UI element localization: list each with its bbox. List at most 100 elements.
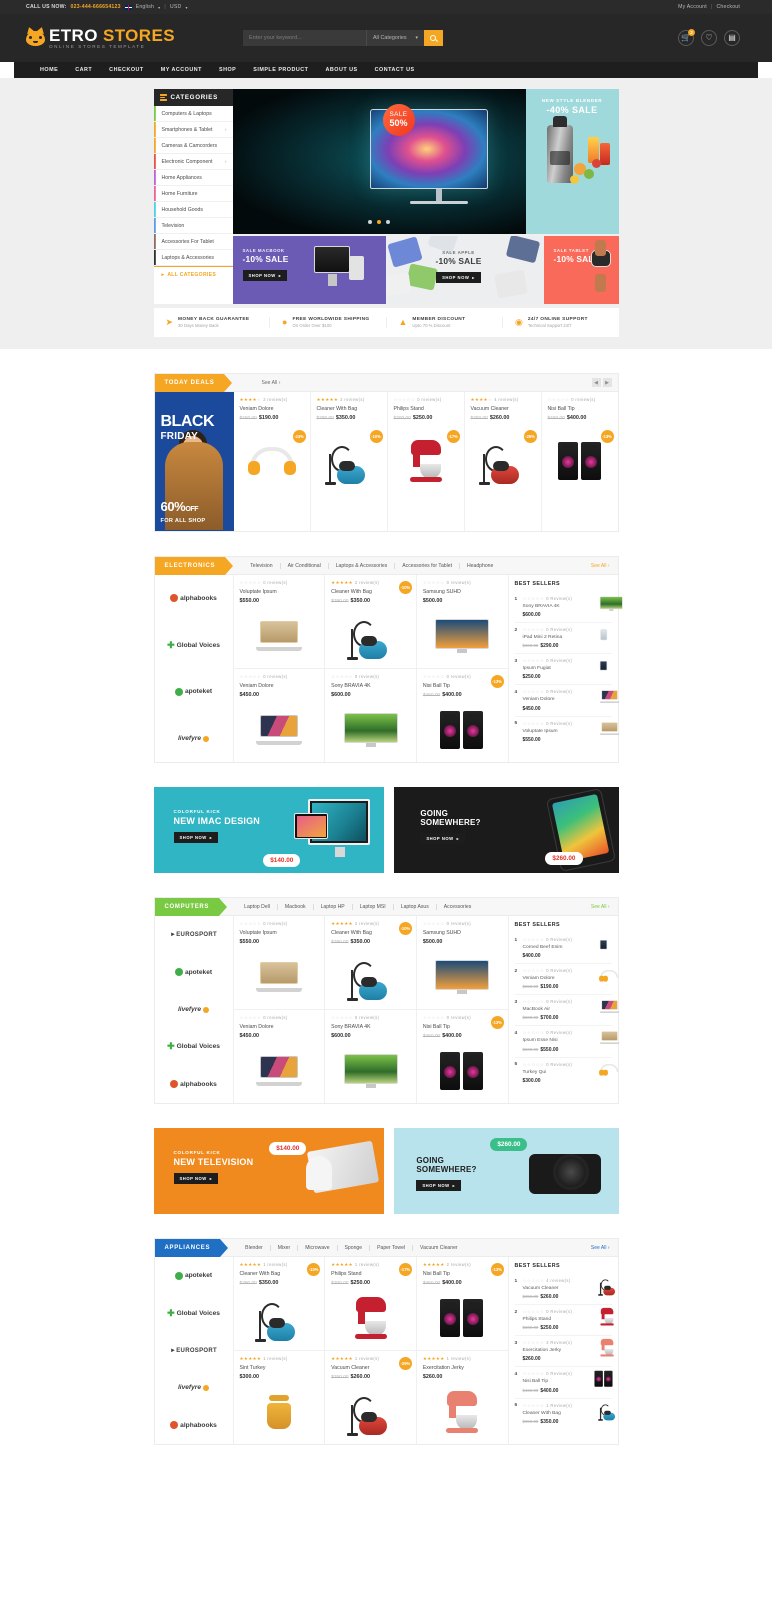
hero-side-banner[interactable]: NEW STYLE BLENDER -40% SALE (525, 89, 619, 234)
electronics-tab-1[interactable]: Air Conditional (281, 562, 329, 569)
computers-tab-3[interactable]: Laptop MSI (353, 903, 394, 910)
appliances-product-5[interactable]: ★★★★★ 1 review(s) Exercitation Jerky $260… (417, 1351, 508, 1444)
electronics-tab-2[interactable]: Laptops & Accessories (329, 562, 396, 569)
camera-shop-now-button[interactable]: SHOP NOW ▸ (416, 1180, 462, 1191)
nav-item-simple-product[interactable]: SIMPLE PRODUCT (253, 67, 308, 73)
electronics-product-2[interactable]: ☆☆☆☆☆ 0 review(s) Samsung SUHD $500.00 (417, 575, 508, 668)
appliances-best-row-3[interactable]: 4 ☆☆☆☆☆ 0 Review(s) Nisi Ball Tip $460.00… (514, 1367, 613, 1399)
computers-tab-1[interactable]: Macbook (278, 903, 314, 910)
nav-item-about-us[interactable]: ABOUT US (325, 67, 357, 73)
deal-card-4[interactable]: ☆☆☆☆☆ 0 review(s) Nisi Ball Tip $460.00 $4… (542, 392, 618, 531)
computers-brand-1[interactable]: apoteket (155, 953, 233, 990)
electronics-brand-2[interactable]: apoteket (155, 669, 233, 716)
promo-camera[interactable]: GOING SOMEWHERE? SHOP NOW ▸ $260.00 (394, 1128, 619, 1214)
slider-dot-3[interactable] (386, 220, 390, 224)
appliances-product-0[interactable]: ★★★★★ 1 review(s) Cleaner With Bag $390.0… (234, 1257, 326, 1350)
promo-television[interactable]: COLORFUL KICK NEW TELEVISION SHOP NOW ▸ $… (153, 1128, 385, 1214)
electronics-best-row-2[interactable]: 3 ☆☆☆☆☆ 0 Review(s) Ipsum Fugiat $250.00 (514, 654, 612, 686)
electronics-brand-3[interactable]: livefyre (155, 715, 233, 762)
compare-icon-button[interactable]: ▤ (724, 30, 740, 46)
appliances-product-1[interactable]: ★★★★★ 1 review(s) Philips Stand $300.00 $2… (325, 1257, 417, 1350)
appliances-tab-3[interactable]: Sponge (338, 1244, 371, 1251)
appliances-product-3[interactable]: ★★★★★ 1 review(s) Sint Turkey $300.00 (234, 1351, 326, 1444)
appliances-brand-4[interactable]: alphabooks (155, 1407, 233, 1444)
electronics-product-1[interactable]: ★★★★★ 2 review(s) Cleaner With Bag $390.0… (325, 575, 417, 668)
electronics-tab-3[interactable]: Accessories for Tablet (395, 562, 460, 569)
electronics-best-row-1[interactable]: 2 ☆☆☆☆☆ 0 Review(s) iPad Mini 2 Retina $3… (514, 623, 612, 655)
slider-dot-2[interactable] (377, 220, 381, 224)
phone-shop-now-button[interactable]: SHOP NOW ▸ (420, 833, 466, 844)
computers-product-2[interactable]: ☆☆☆☆☆ 0 review(s) Samsung SUHD $500.00 (417, 916, 508, 1009)
category-item-5[interactable]: .cat-item:nth-child(6):before{background… (153, 186, 233, 202)
carousel-prev-button[interactable]: ◀ (591, 378, 601, 387)
appliances-product-4[interactable]: ★★★★★ 1 review(s) Vacuum Cleaner $350.00 $… (325, 1351, 417, 1444)
electronics-product-4[interactable]: ☆☆☆☆☆ 0 review(s) Sony BRAVIA 4K $600.00 (325, 669, 417, 762)
category-item-6[interactable]: .cat-item:nth-child(7):before{background… (153, 202, 233, 218)
nav-item-checkout[interactable]: CHECKOUT (109, 67, 144, 73)
cart-icon-button[interactable]: 🛒 2 (678, 29, 695, 46)
computers-product-5[interactable]: ☆☆☆☆☆ 0 review(s) Nisi Ball Tip $460.00 $4… (417, 1010, 508, 1103)
nav-item-shop[interactable]: SHOP (219, 67, 236, 73)
appliances-best-row-2[interactable]: 3 ☆☆☆☆☆ 2 Review(s) Exercitation Jerky $2… (514, 1336, 614, 1368)
appliances-brand-0[interactable]: apoteket (155, 1257, 233, 1294)
imac-shop-now-button[interactable]: SHOP NOW ▸ (173, 832, 219, 843)
category-item-4[interactable]: .cat-item:nth-child(5):before{background… (153, 170, 233, 186)
appliances-best-row-0[interactable]: 1 ☆☆☆☆☆ 4 review(s) Vacuum Cleaner $350.0… (514, 1274, 615, 1306)
appliances-brand-3[interactable]: livefyre (155, 1369, 233, 1406)
electronics-see-all[interactable]: See All › (591, 563, 610, 569)
computers-product-0[interactable]: ☆☆☆☆☆ 0 review(s) Voluptate Ipsum $550.00 (234, 916, 326, 1009)
promo-banner-apple[interactable]: SALE APPLE -10% SALE SHOP NOW ▸ (385, 236, 544, 304)
promo-imac[interactable]: COLORFUL KICK NEW IMAC DESIGN SHOP NOW ▸ … (153, 787, 385, 873)
electronics-brand-0[interactable]: alphabooks (155, 575, 233, 622)
category-item-7[interactable]: .cat-item:nth-child(8):before{background… (153, 218, 233, 234)
appliances-tab-1[interactable]: Mixer (271, 1244, 299, 1251)
deal-card-3[interactable]: ★★★★☆ 4 review(s) Vacuum Cleaner $350.00 $… (465, 392, 542, 531)
deal-card-1[interactable]: ★★★★★ 2 review(s) Cleaner With Bag $390.0… (311, 392, 388, 531)
wishlist-icon-button[interactable]: ♡ (701, 30, 717, 46)
category-item-0[interactable]: .cat-item:nth-child(1):before{background… (153, 106, 233, 122)
search-input[interactable] (242, 30, 366, 46)
category-item-8[interactable]: .cat-item:nth-child(9):before{background… (153, 234, 233, 250)
appliances-product-2[interactable]: ★★★★★ 2 review(s) Nisi Ball Tip $460.00 $4… (417, 1257, 508, 1350)
computers-brand-2[interactable]: livefyre (155, 991, 233, 1028)
computers-best-row-1[interactable]: 2 ☆☆☆☆☆ 0 Review(s) Veniam Dolore $250.00… (514, 964, 618, 996)
nav-item-contact-us[interactable]: CONTACT US (375, 67, 415, 73)
computers-brand-3[interactable]: ✚ Global Voices (155, 1028, 233, 1065)
all-categories-link[interactable]: ▸ ALL CATEGORIES (153, 266, 233, 282)
computers-see-all[interactable]: See All › (591, 904, 610, 910)
computers-tab-2[interactable]: Laptop HP (314, 903, 353, 910)
appliances-tab-4[interactable]: Paper Towel (370, 1244, 414, 1251)
black-friday-banner[interactable]: BLACK FRIDAY 60%OFF FOR ALL SHOP (154, 392, 234, 531)
logo[interactable]: ETRO STORES ONLINE STORES TEMPLATE (26, 27, 175, 50)
macbook-shop-now-button[interactable]: SHOP NOW ▸ (242, 270, 288, 281)
computers-tab-0[interactable]: Laptop Dell (237, 903, 278, 910)
category-item-9[interactable]: .cat-item:nth-child(10):before{backgroun… (153, 250, 233, 266)
electronics-product-5[interactable]: ☆☆☆☆☆ 0 review(s) Nisi Ball Tip $460.00 $4… (417, 669, 508, 762)
electronics-best-row-3[interactable]: 4 ☆☆☆☆☆ 0 Review(s) Veniam Dolore $450.00 (514, 685, 619, 717)
promo-banner-tablet[interactable]: SALE TABLET -10% SALE (543, 236, 619, 304)
checkout-link[interactable]: Checkout (716, 4, 740, 10)
category-item-2[interactable]: .cat-item:nth-child(3):before{background… (153, 138, 233, 154)
computers-best-row-0[interactable]: 1 ☆☆☆☆☆ 0 Review(s) Corned Beef Enim $400… (514, 933, 612, 965)
electronics-tab-4[interactable]: Headphone (460, 563, 500, 569)
electronics-best-row-4[interactable]: 5 ☆☆☆☆☆ 0 Review(s) Voluptate Ipsum $550.… (515, 717, 619, 747)
appliances-best-row-4[interactable]: 5 ☆☆☆☆☆ 1 Review(s) Cleaner With Bag $390… (515, 1399, 615, 1429)
carousel-next-button[interactable]: ▶ (602, 378, 612, 387)
today-deals-see-all[interactable]: See All › (254, 380, 287, 386)
search-category-select[interactable]: All Categories ▾ (365, 30, 424, 46)
apple-shop-now-button[interactable]: SHOP NOW ▸ (436, 272, 481, 283)
appliances-best-row-1[interactable]: 2 ☆☆☆☆☆ 0 Review(s) Philips Stand $300.00… (514, 1305, 614, 1337)
tv-shop-now-button[interactable]: SHOP NOW ▸ (173, 1173, 219, 1184)
appliances-tab-0[interactable]: Blender (238, 1244, 271, 1251)
search-button[interactable] (423, 30, 443, 46)
electronics-best-row-0[interactable]: 1 ☆☆☆☆☆ 0 Review(s) Sony BRAVIA 4K $600.0… (514, 592, 623, 624)
appliances-tab-5[interactable]: Vacuum Cleaner (413, 1245, 465, 1251)
deal-card-0[interactable]: ★★★★☆ 2 review(s) Veniam Dolore $250.00 $1… (234, 392, 311, 531)
language-selector[interactable]: English (136, 4, 154, 10)
appliances-see-all[interactable]: See All › (591, 1245, 610, 1251)
slider-dot-1[interactable] (368, 220, 372, 224)
electronics-product-3[interactable]: ☆☆☆☆☆ 0 review(s) Veniam Dolore $450.00 (234, 669, 326, 762)
computers-brand-0[interactable]: ►EUROSPORT (155, 916, 233, 953)
computers-tab-4[interactable]: Laptop Asus (394, 903, 437, 910)
electronics-product-0[interactable]: ☆☆☆☆☆ 0 review(s) Voluptate Ipsum $550.00 (234, 575, 326, 668)
